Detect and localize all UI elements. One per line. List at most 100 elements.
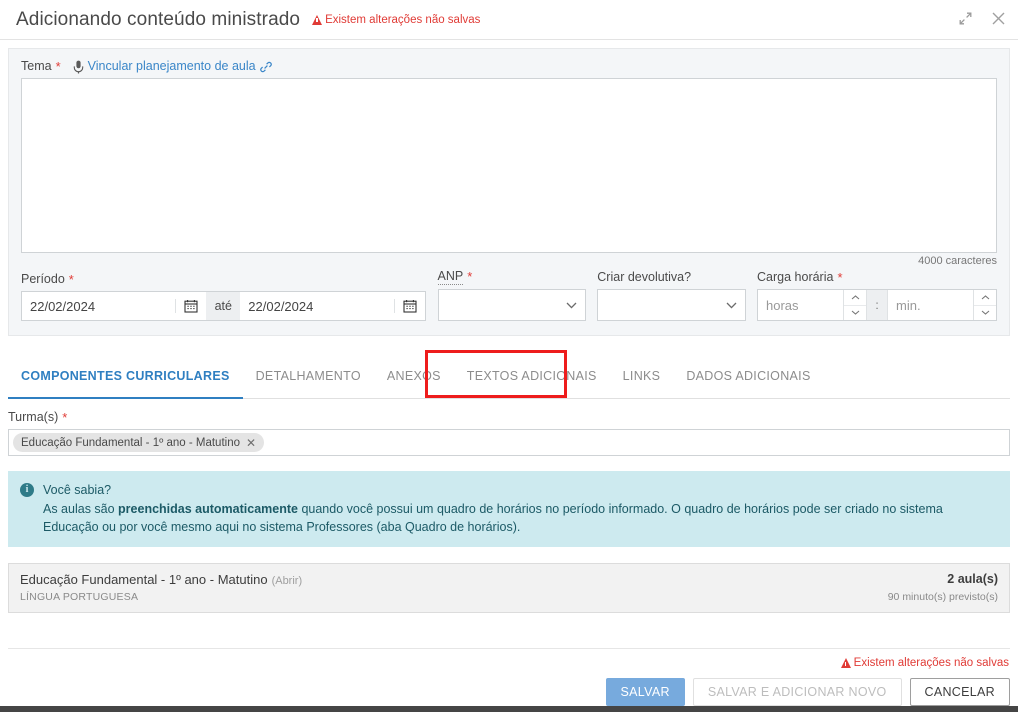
save-button[interactable]: SALVAR [605, 678, 685, 706]
warning-triangle-icon [312, 14, 323, 25]
expand-diagonal-icon[interactable] [955, 8, 975, 28]
tema-required-mark: * [55, 58, 61, 74]
microphone-icon[interactable] [73, 60, 84, 74]
close-icon[interactable] [988, 8, 1008, 28]
anp-required-mark: * [467, 269, 473, 284]
tab-label: LINKS [622, 368, 661, 383]
periodo-required-mark: * [68, 271, 74, 287]
turmas-input[interactable]: Educação Fundamental - 1º ano - Matutino… [8, 429, 1010, 456]
turmas-required-mark: * [62, 409, 68, 425]
periodo-date-range: até [21, 291, 426, 321]
turma-chip-label: Educação Fundamental - 1º ano - Matutino [21, 436, 240, 449]
carga-horaria-required-mark: * [837, 269, 843, 285]
periodo-start-input[interactable] [22, 298, 176, 314]
chevron-down-icon [726, 302, 737, 309]
footer-divider [8, 648, 1010, 649]
tab-label: ANEXOS [386, 368, 441, 383]
lesson-card-subject: LÍNGUA PORTUGUESA [20, 591, 139, 603]
header-unsaved-text: Existem alterações não salvas [325, 13, 481, 26]
carga-horaria-hours-input[interactable] [758, 290, 844, 320]
carga-horaria-field-group: Carga horária * : [757, 270, 998, 321]
footer-unsaved-text: Existem alterações não salvas [853, 657, 1009, 669]
info-text-part1: As aulas são [43, 502, 119, 516]
lesson-card-left: Educação Fundamental - 1º ano - Matutino… [20, 572, 302, 603]
lesson-card-open-link[interactable]: (Abrir) [272, 575, 303, 587]
link-lesson-plan-button[interactable]: Vincular planejamento de aula [88, 59, 272, 74]
lesson-card-title: Educação Fundamental - 1º ano - Matutino [20, 572, 268, 587]
hours-stepper[interactable] [843, 290, 867, 321]
carga-horaria-colon: : [866, 290, 889, 320]
tema-panel: Tema * Vincular planejamento de aula 400… [8, 48, 1010, 336]
tab-links[interactable]: LINKS [610, 353, 674, 398]
header-unsaved-warning: Existem alterações não salvas [312, 14, 480, 26]
minutes-stepper-up-icon[interactable] [974, 290, 997, 306]
minutes-stepper-down-icon[interactable] [974, 306, 996, 321]
info-banner-text: As aulas são preenchidas automaticamente… [43, 500, 998, 536]
hours-stepper-up-icon[interactable] [844, 290, 867, 306]
carga-horaria-label-row: Carga horária * [757, 270, 997, 285]
info-banner-title: Você sabia? [43, 483, 112, 497]
anp-label: ANP [437, 269, 464, 285]
tab-label: TEXTOS ADICIONAIS [466, 368, 597, 383]
footer-unsaved-warning: Existem alterações não salvas [8, 657, 1010, 669]
tab-textos-adicionais[interactable]: TEXTOS ADICIONAIS [454, 353, 610, 398]
tab-detalhamento[interactable]: DETALHAMENTO [243, 353, 374, 398]
warning-triangle-icon [840, 658, 851, 668]
minutes-stepper[interactable] [973, 290, 997, 321]
hours-stepper-down-icon[interactable] [844, 306, 866, 321]
tab-dados-adicionais[interactable]: DADOS ADICIONAIS [673, 353, 823, 398]
tab-bar: COMPONENTES CURRICULARES DETALHAMENTO AN… [8, 350, 1010, 399]
form-fields-row: Período * até [21, 269, 998, 321]
turmas-label: Turma(s) [8, 410, 59, 424]
tema-label: Tema [21, 59, 52, 73]
lesson-card-duration: 90 minuto(s) previsto(s) [887, 591, 998, 603]
tema-label-row: Tema * Vincular planejamento de aula [21, 59, 997, 74]
periodo-label-row: Período * [21, 272, 426, 287]
tema-character-counter: 4000 caracteres [918, 255, 997, 267]
turmas-label-row: Turma(s) * [8, 410, 1010, 425]
lesson-card-right: 2 aula(s) 90 minuto(s) previsto(s) [888, 572, 998, 603]
tab-anexos[interactable]: ANEXOS [374, 353, 454, 398]
modal-header: Adicionando conteúdo ministrado Existem … [0, 0, 1018, 40]
info-text-bold: preenchidas automaticamente [118, 502, 298, 516]
chain-link-icon [259, 61, 272, 72]
footer-button-group: SALVAR SALVAR E ADICIONAR NOVO CANCELAR [8, 678, 1010, 706]
turma-chip[interactable]: Educação Fundamental - 1º ano - Matutino… [13, 433, 265, 452]
tema-textarea[interactable] [21, 78, 997, 253]
tab-componentes-curriculares[interactable]: COMPONENTES CURRICULARES [8, 353, 243, 399]
save-and-add-new-button: SALVAR E ADICIONAR NOVO [692, 678, 902, 706]
info-circle-icon: i [20, 483, 34, 497]
lesson-card-title-row: Educação Fundamental - 1º ano - Matutino… [20, 572, 302, 587]
tab-panel-componentes-curriculares: Turma(s) * Educação Fundamental - 1º ano… [0, 399, 1018, 613]
periodo-start-box [21, 291, 207, 321]
carga-horaria-input-group: : [757, 289, 998, 321]
info-banner: i Você sabia? As aulas são preenchidas a… [8, 471, 1010, 547]
anp-select[interactable] [437, 289, 587, 321]
anp-label-row: ANP * [437, 269, 587, 285]
lesson-card-count: 2 aula(s) [947, 572, 998, 586]
cancel-button[interactable]: CANCELAR [909, 678, 1010, 706]
devolutiva-label-row: Criar devolutiva? [597, 270, 746, 285]
link-lesson-plan-label: Vincular planejamento de aula [87, 59, 256, 73]
devolutiva-field-group: Criar devolutiva? [597, 270, 747, 321]
devolutiva-label: Criar devolutiva? [597, 270, 692, 284]
calendar-icon-start[interactable] [175, 299, 206, 313]
header-actions [955, 8, 1008, 28]
carga-horaria-label: Carga horária [757, 270, 834, 284]
tab-label: DADOS ADICIONAIS [686, 368, 811, 383]
tab-label: DETALHAMENTO [255, 368, 361, 383]
page-title: Adicionando conteúdo ministrado [16, 8, 301, 30]
lesson-result-card[interactable]: Educação Fundamental - 1º ano - Matutino… [8, 563, 1010, 613]
carga-horaria-minutes-input[interactable] [888, 290, 974, 320]
periodo-end-box [240, 291, 426, 321]
chevron-down-icon [566, 302, 577, 309]
tab-label: COMPONENTES CURRICULARES [21, 368, 230, 383]
footer-unsaved-row: Existem alterações não salvas [840, 657, 1009, 669]
anp-field-group: ANP * [437, 269, 587, 321]
periodo-separator-label: até [206, 291, 241, 321]
modal-footer: Existem alterações não salvas SALVAR SAL… [0, 648, 1018, 706]
calendar-icon-end[interactable] [393, 299, 425, 313]
turma-chip-remove-icon[interactable]: ✕ [246, 437, 256, 449]
devolutiva-select[interactable] [597, 289, 747, 321]
periodo-end-input[interactable] [240, 298, 394, 314]
